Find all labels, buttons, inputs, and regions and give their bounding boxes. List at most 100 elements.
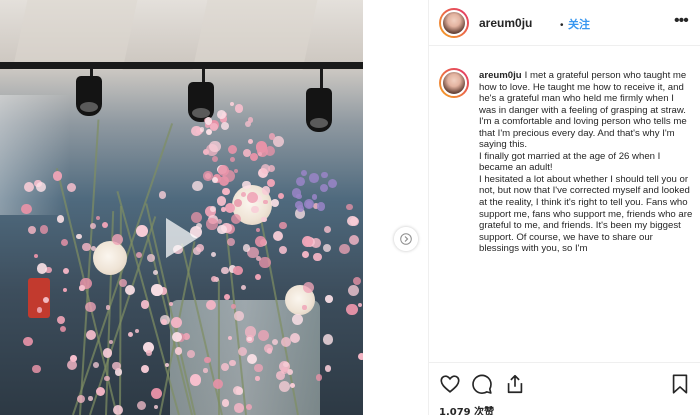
statice-bloom: [221, 207, 226, 212]
statice-bloom: [86, 330, 97, 341]
statice-bloom: [76, 234, 82, 240]
statice-bloom: [186, 349, 195, 358]
statice-bloom: [278, 193, 285, 200]
statice-bloom: [84, 301, 96, 313]
statice-bloom: [278, 245, 288, 255]
statice-bloom: [57, 316, 65, 325]
more-icon[interactable]: •••: [674, 12, 689, 30]
statice-bloom: [210, 251, 217, 258]
lamp-stem: [320, 66, 323, 88]
statice-bloom: [95, 216, 100, 221]
statice-bloom: [154, 404, 159, 409]
statice-bloom: [230, 304, 236, 309]
statice-bloom: [136, 224, 148, 237]
statice-bloom: [295, 177, 305, 187]
statice-bloom: [60, 326, 67, 333]
post-header: areum0ju • 关注 •••: [429, 0, 700, 46]
statice-bloom: [263, 200, 268, 205]
share-icon[interactable]: [504, 373, 526, 395]
statice-bloom: [315, 374, 323, 381]
statice-bloom: [270, 199, 279, 208]
heart-icon[interactable]: [439, 373, 461, 395]
statice-bloom: [324, 225, 332, 233]
statice-bloom: [90, 245, 96, 251]
statice-bloom: [36, 307, 43, 313]
statice-bloom: [145, 349, 152, 356]
statice-bloom: [101, 222, 108, 229]
statice-bloom: [93, 362, 99, 369]
chevron-right-icon: [400, 233, 412, 245]
statice-bloom: [204, 356, 211, 364]
statice-bloom: [233, 265, 244, 276]
statice-bloom: [300, 170, 307, 176]
caption-avatar[interactable]: [439, 68, 469, 98]
statice-bloom: [229, 102, 235, 107]
statice-bloom: [311, 194, 317, 200]
follow-button[interactable]: 关注: [568, 16, 590, 32]
statice-bloom: [248, 138, 254, 144]
like-count[interactable]: 1,079 次赞: [439, 403, 494, 415]
statice-bloom: [56, 215, 65, 223]
statice-bloom: [229, 359, 236, 366]
statice-bloom: [230, 157, 235, 162]
statice-bloom: [357, 303, 362, 308]
statice-bloom: [348, 235, 359, 246]
statice-bloom: [303, 199, 314, 210]
statice-bloom: [245, 404, 252, 411]
carousel-next-button[interactable]: [394, 227, 418, 251]
header-username[interactable]: areum0ju: [479, 16, 532, 30]
statice-bloom: [302, 281, 315, 293]
statice-bloom: [189, 374, 202, 386]
statice-bloom: [39, 225, 48, 234]
statice-bloom: [23, 336, 33, 347]
statice-bloom: [174, 347, 183, 355]
statice-bloom: [219, 175, 230, 186]
statice-bloom: [204, 117, 213, 125]
statice-bloom: [309, 173, 319, 183]
statice-bloom: [90, 222, 97, 229]
statice-bloom: [316, 201, 326, 211]
caption-text: I met a grateful person who taught me ho…: [479, 70, 693, 255]
statice-bloom: [66, 360, 77, 371]
statice-bloom: [347, 285, 359, 297]
bookmark-icon[interactable]: [669, 373, 691, 395]
statice-bloom: [240, 191, 246, 197]
avatar[interactable]: [439, 8, 469, 38]
statice-bloom: [232, 386, 242, 396]
statice-bloom: [227, 144, 237, 154]
statice-bloom: [250, 153, 259, 162]
statice-bloom: [234, 104, 244, 113]
statice-bloom: [233, 168, 238, 173]
statice-bloom: [206, 128, 213, 135]
statice-bloom: [222, 187, 230, 196]
statice-bloom: [357, 353, 363, 360]
statice-bloom: [259, 256, 271, 269]
statice-bloom: [294, 200, 303, 209]
statice-bloom: [278, 381, 290, 393]
statice-bloom: [242, 180, 251, 189]
statice-bloom: [217, 164, 230, 176]
statice-bloom: [255, 376, 260, 381]
statice-bloom: [28, 225, 37, 234]
caption-username[interactable]: areum0ju: [479, 70, 522, 81]
statice-bloom: [217, 109, 226, 119]
statice-bloom: [261, 185, 271, 195]
statice-bloom: [209, 140, 221, 153]
statice-bloom: [302, 305, 307, 310]
play-icon[interactable]: [152, 212, 204, 264]
light-track: [0, 62, 363, 69]
statice-bloom: [320, 183, 329, 192]
statice-bloom: [264, 146, 275, 157]
statice-bloom: [267, 179, 276, 188]
statice-bloom: [227, 335, 232, 340]
statice-bloom: [220, 121, 229, 130]
statice-bloom: [271, 338, 279, 346]
statice-bloom: [325, 365, 332, 372]
comment-icon[interactable]: [471, 373, 493, 395]
statice-bloom: [273, 135, 285, 147]
statice-bloom: [242, 244, 251, 252]
statice-bloom: [62, 267, 69, 274]
post-media[interactable]: [0, 0, 363, 415]
statice-bloom: [322, 334, 334, 345]
statice-bloom: [217, 224, 227, 235]
